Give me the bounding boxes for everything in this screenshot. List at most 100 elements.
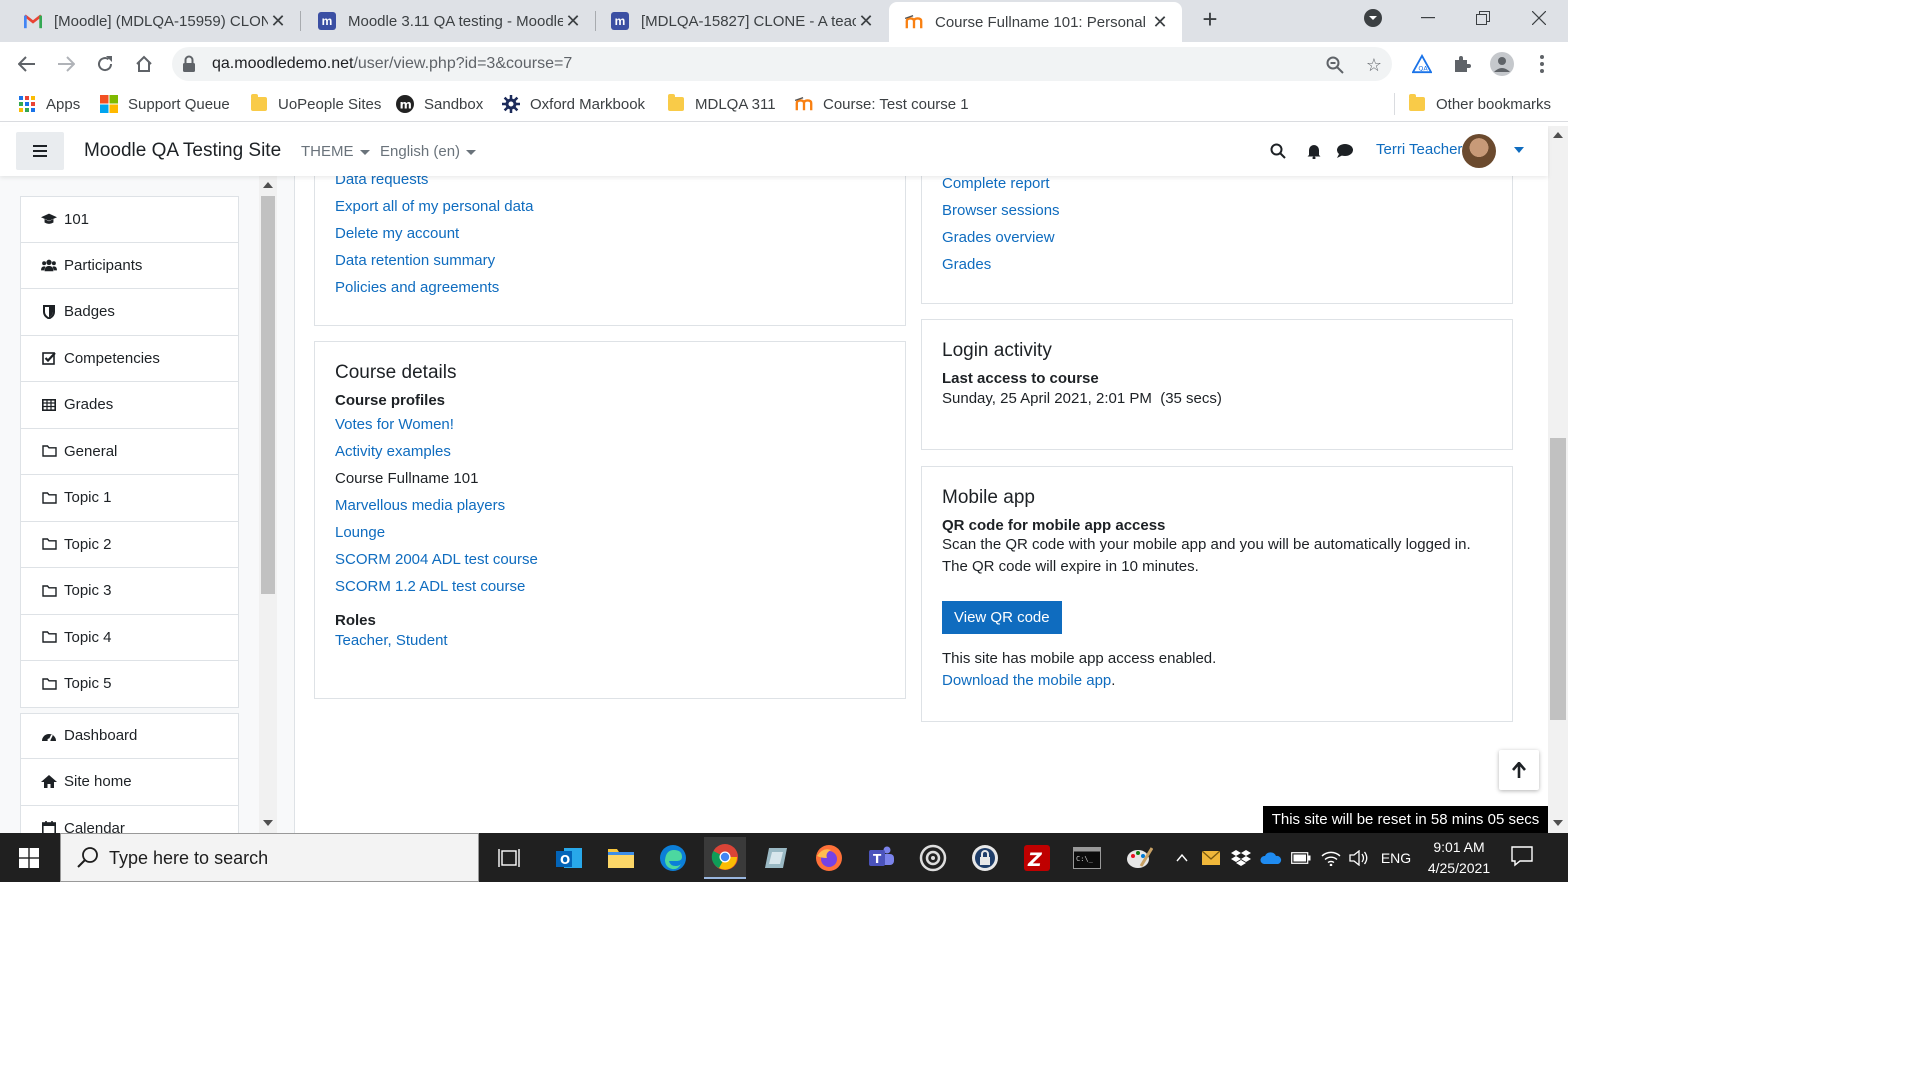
outlook-app-icon[interactable]: O bbox=[548, 837, 590, 879]
battery-tray-icon[interactable] bbox=[1290, 833, 1312, 882]
course-profile-link[interactable]: SCORM 1.2 ADL test course bbox=[335, 573, 885, 600]
page-scrollbar-thumb[interactable] bbox=[1550, 438, 1566, 720]
bookmark-apps[interactable]: Apps bbox=[18, 93, 80, 115]
dropbox-tray-icon[interactable] bbox=[1230, 833, 1252, 882]
course-profile-link[interactable]: Marvellous media players bbox=[335, 492, 885, 519]
notifications-center-icon[interactable] bbox=[1510, 845, 1544, 871]
onedrive-tray-icon[interactable] bbox=[1260, 833, 1282, 882]
task-view-icon[interactable] bbox=[488, 837, 530, 879]
browser-tab-gmail[interactable]: [Moodle] (MDLQA-15959) CLONE ✕ bbox=[0, 0, 300, 42]
scroll-down-arrow-icon[interactable] bbox=[263, 820, 273, 826]
drawer-scrollbar-thumb[interactable] bbox=[261, 196, 275, 594]
windows-start-button[interactable] bbox=[0, 833, 58, 882]
drawer-item-course[interactable]: 101 bbox=[20, 196, 239, 243]
language-dropdown[interactable]: English (en) bbox=[380, 143, 477, 160]
extensions-puzzle-icon[interactable] bbox=[1452, 54, 1472, 74]
profile-icon[interactable] bbox=[1490, 52, 1514, 76]
tab-close-icon[interactable]: ✕ bbox=[268, 11, 288, 32]
user-menu-caret-icon[interactable] bbox=[1514, 147, 1524, 153]
drawer-item-topic-1[interactable]: Topic 1 bbox=[20, 475, 239, 522]
site-name[interactable]: Moodle QA Testing Site bbox=[84, 140, 281, 162]
home-button[interactable] bbox=[130, 50, 158, 78]
reload-button[interactable] bbox=[91, 50, 119, 78]
bookmark-uopeople-sites[interactable]: UoPeople Sites bbox=[250, 93, 381, 115]
close-window-icon[interactable] bbox=[1514, 0, 1564, 36]
data-requests-link[interactable]: Data requests bbox=[335, 176, 885, 193]
taskbar-search-input[interactable]: Type here to search bbox=[60, 833, 479, 882]
course-profile-link[interactable]: Activity examples bbox=[335, 438, 885, 465]
paint-app-icon[interactable] bbox=[1118, 837, 1160, 879]
course-profile-link[interactable]: Lounge bbox=[335, 519, 885, 546]
drawer-item-competencies[interactable]: Competencies bbox=[20, 335, 239, 382]
bookmark-oxford-markbook[interactable]: Oxford Markbook bbox=[502, 93, 645, 115]
command-prompt-icon[interactable]: C:\_ bbox=[1066, 837, 1108, 879]
drawer-item-badges[interactable]: Badges bbox=[20, 289, 239, 336]
browser-tab-course-active[interactable]: Course Fullname 101: Personal p ✕ bbox=[889, 2, 1182, 42]
vpn-app-icon[interactable] bbox=[756, 837, 798, 879]
messages-chat-icon[interactable] bbox=[1336, 142, 1354, 160]
bookmark-course-test-course-1[interactable]: Course: Test course 1 bbox=[795, 93, 969, 115]
page-scrollbar[interactable] bbox=[1548, 126, 1568, 833]
keepass-lock-icon[interactable] bbox=[964, 837, 1006, 879]
tab-close-icon[interactable]: ✕ bbox=[563, 11, 583, 32]
grades-overview-link[interactable]: Grades overview bbox=[942, 224, 1492, 251]
firefox-browser-icon[interactable] bbox=[808, 837, 850, 879]
zoom-icon[interactable] bbox=[1325, 55, 1345, 75]
drawer-item-grades[interactable]: Grades bbox=[20, 382, 239, 429]
roles-value-link[interactable]: Teacher, Student bbox=[335, 629, 885, 653]
address-bar[interactable]: qa.moodledemo.net/user/view.php?id=3&cou… bbox=[172, 47, 1392, 81]
bookmark-star-icon[interactable]: ☆ bbox=[1364, 55, 1384, 75]
restore-icon[interactable] bbox=[1458, 0, 1508, 36]
scroll-down-arrow-icon[interactable] bbox=[1553, 820, 1563, 826]
filezilla-app-icon[interactable]: Z bbox=[1016, 837, 1058, 879]
back-to-top-button[interactable] bbox=[1499, 750, 1539, 790]
browser-sessions-link[interactable]: Browser sessions bbox=[942, 197, 1492, 224]
bookmark-support-queue[interactable]: Support Queue bbox=[100, 93, 230, 115]
course-profile-link[interactable]: Votes for Women! bbox=[335, 411, 885, 438]
download-mobile-app-link[interactable]: Download the mobile app bbox=[942, 672, 1111, 689]
scroll-up-arrow-icon[interactable] bbox=[1553, 132, 1563, 138]
tab-close-icon[interactable]: ✕ bbox=[856, 11, 876, 32]
chrome-browser-icon[interactable] bbox=[704, 837, 746, 879]
complete-report-link[interactable]: Complete report bbox=[942, 176, 1492, 197]
grades-link[interactable]: Grades bbox=[942, 251, 1492, 278]
user-menu-name[interactable]: Terri Teacher bbox=[1376, 141, 1462, 158]
course-profile-link[interactable]: SCORM 2004 ADL test course bbox=[335, 546, 885, 573]
bookmark-other-bookmarks[interactable]: Other bookmarks bbox=[1408, 93, 1551, 115]
theme-dropdown[interactable]: THEME bbox=[301, 143, 370, 160]
notifications-bell-icon[interactable] bbox=[1305, 142, 1323, 160]
forward-button[interactable] bbox=[52, 50, 80, 78]
edge-browser-icon[interactable] bbox=[652, 837, 694, 879]
drawer-item-site-home[interactable]: Site home bbox=[20, 759, 239, 806]
tab-close-icon[interactable]: ✕ bbox=[1150, 12, 1170, 33]
browser-tab-mdlqa[interactable]: m [MDLQA-15827] CLONE - A teach ✕ bbox=[595, 0, 888, 42]
teams-app-icon[interactable]: T bbox=[860, 837, 902, 879]
mail-tray-icon[interactable] bbox=[1200, 833, 1222, 882]
drawer-item-calendar[interactable]: Calendar bbox=[20, 805, 239, 833]
policies-link[interactable]: Policies and agreements bbox=[335, 274, 885, 301]
extension-qa-icon[interactable]: QA bbox=[1412, 54, 1432, 74]
drawer-item-topic-4[interactable]: Topic 4 bbox=[20, 614, 239, 661]
bookmark-sandbox[interactable]: m Sandbox bbox=[396, 93, 483, 115]
wifi-tray-icon[interactable] bbox=[1320, 833, 1342, 882]
delete-account-link[interactable]: Delete my account bbox=[335, 220, 885, 247]
drawer-toggle-button[interactable] bbox=[16, 132, 64, 170]
bookmark-mdlqa-311[interactable]: MDLQA 311 bbox=[667, 93, 776, 115]
view-qr-code-button[interactable]: View QR code bbox=[942, 601, 1062, 634]
drawer-item-topic-2[interactable]: Topic 2 bbox=[20, 521, 239, 568]
media-player-icon[interactable] bbox=[912, 837, 954, 879]
scroll-up-arrow-icon[interactable] bbox=[263, 182, 273, 188]
avatar[interactable] bbox=[1462, 134, 1496, 168]
volume-tray-icon[interactable] bbox=[1348, 833, 1370, 882]
browser-tab-moodle-qa[interactable]: m Moodle 3.11 QA testing - Moodle ✕ bbox=[300, 0, 595, 42]
file-explorer-icon[interactable] bbox=[600, 837, 642, 879]
back-button[interactable] bbox=[13, 50, 41, 78]
drawer-item-topic-5[interactable]: Topic 5 bbox=[20, 661, 239, 708]
minimize-icon[interactable] bbox=[1403, 0, 1453, 36]
input-language-indicator[interactable]: ENG bbox=[1378, 833, 1414, 882]
browser-menu-icon[interactable] bbox=[1532, 54, 1552, 74]
new-tab-button[interactable]: + bbox=[1196, 6, 1224, 34]
search-icon[interactable] bbox=[1269, 142, 1287, 160]
taskbar-clock[interactable]: 9:01 AM 4/25/2021 bbox=[1418, 837, 1500, 879]
drawer-scrollbar[interactable] bbox=[259, 176, 277, 833]
